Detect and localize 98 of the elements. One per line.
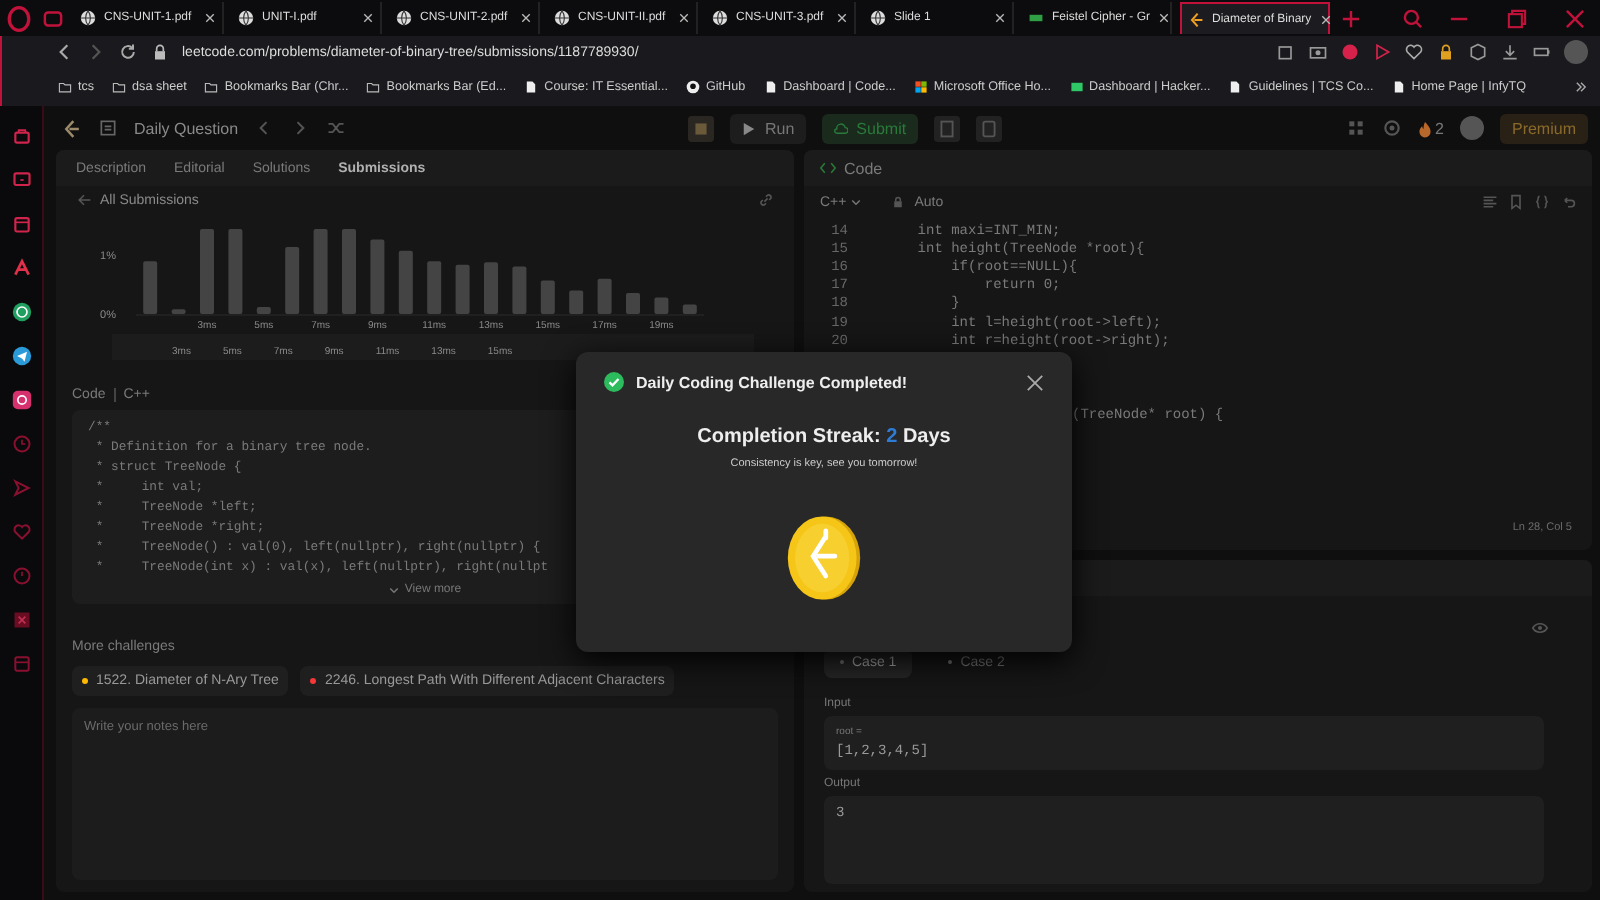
bookmark-icon[interactable] [1508, 194, 1524, 210]
play-icon[interactable] [1372, 42, 1392, 62]
browser-logo-icon[interactable] [6, 5, 32, 31]
globe-icon [712, 10, 728, 26]
page-icon [524, 80, 539, 94]
workspace-icon[interactable] [40, 5, 66, 31]
run-button[interactable]: Run [730, 113, 807, 143]
shuffle-icon[interactable] [326, 118, 347, 138]
chart-bar[interactable] [143, 261, 158, 314]
camera-icon[interactable] [11, 390, 31, 410]
chart-bar[interactable] [512, 266, 527, 314]
play-icon [742, 121, 757, 135]
folder-icon [58, 80, 72, 94]
page-title[interactable]: Daily Question [134, 119, 239, 137]
chart-bar[interactable] [569, 290, 584, 314]
user-avatar[interactable] [1459, 116, 1484, 140]
close-icon[interactable] [1026, 373, 1044, 391]
dialog-title: Daily Coding Challenge Completed! [636, 373, 908, 391]
chart-bar[interactable] [285, 247, 300, 314]
globe-icon [238, 10, 254, 26]
lock-icon[interactable] [1436, 42, 1456, 62]
eye-icon[interactable] [1532, 620, 1548, 636]
streak-counter[interactable]: 2 [1417, 119, 1444, 137]
chart-bar[interactable] [171, 309, 186, 314]
chart-bar[interactable] [540, 280, 555, 314]
globe-icon [396, 10, 412, 26]
page-icon [763, 80, 778, 94]
close-icon[interactable] [994, 12, 1006, 24]
note-icon[interactable] [934, 115, 961, 141]
site-icon [1069, 80, 1084, 94]
camera-icon[interactable] [1308, 42, 1328, 62]
lock-icon[interactable] [150, 42, 170, 62]
clock-icon[interactable] [11, 434, 31, 454]
braces-icon[interactable] [1534, 194, 1550, 210]
send-icon[interactable] [11, 478, 31, 498]
globe-icon [870, 10, 886, 26]
download-icon[interactable] [1500, 42, 1520, 62]
code-icon [820, 160, 836, 176]
site-icon [1028, 10, 1044, 26]
close-icon[interactable] [678, 12, 690, 24]
bag-icon[interactable] [11, 126, 31, 146]
close-icon[interactable] [836, 12, 848, 24]
leetcode-logo-icon[interactable] [60, 117, 82, 139]
page-icon [1391, 80, 1406, 94]
link-icon[interactable] [758, 192, 774, 208]
chart-bar[interactable] [228, 228, 243, 314]
format-icon[interactable] [1482, 194, 1498, 210]
globe-icon [554, 10, 570, 26]
chart-bar[interactable] [256, 306, 271, 314]
coin-drawing [786, 514, 862, 602]
settings-icon[interactable] [1381, 118, 1402, 138]
four-squares-icon [913, 80, 928, 94]
folder-icon [366, 80, 381, 94]
notepad-icon[interactable] [976, 115, 1003, 141]
close-icon[interactable] [520, 12, 532, 24]
chart-bar[interactable] [626, 292, 640, 314]
tv-icon[interactable] [11, 170, 31, 190]
globe-icon [80, 10, 96, 26]
profile-avatar[interactable] [1564, 40, 1588, 64]
panel-title: Code [844, 159, 883, 177]
close-icon[interactable] [1158, 12, 1171, 24]
battery-icon[interactable] [1532, 42, 1552, 62]
chevron-down-icon [388, 584, 401, 596]
calendar-icon[interactable] [11, 214, 31, 234]
grid-icon[interactable] [1345, 118, 1366, 138]
streak-text: Completion Streak: 2 Days [697, 426, 951, 448]
chevron-down-icon [850, 196, 863, 208]
history-icon[interactable] [11, 566, 31, 586]
reload-icon[interactable] [118, 42, 138, 62]
chart-bar[interactable] [398, 250, 413, 314]
restore-icon[interactable] [1504, 5, 1530, 31]
cloud-upload-icon [834, 121, 849, 135]
box-icon[interactable] [11, 654, 31, 674]
close-icon[interactable] [362, 12, 374, 24]
undo-icon[interactable] [1560, 194, 1576, 210]
edit-icon[interactable] [1276, 42, 1296, 62]
folder-icon [112, 80, 127, 94]
flame-icon [1417, 119, 1432, 137]
close-icon[interactable] [204, 12, 216, 24]
lock-icon [892, 196, 905, 208]
chart-bar[interactable] [597, 278, 612, 314]
search-icon[interactable] [1400, 5, 1426, 31]
leetcode-logo-icon [1188, 11, 1204, 27]
list-icon[interactable] [98, 118, 118, 138]
check-icon [604, 372, 624, 392]
close-icon[interactable] [1319, 13, 1332, 25]
peak-icon[interactable] [11, 258, 31, 278]
chart-bar[interactable] [370, 239, 385, 314]
more-bookmarks-icon[interactable] [1574, 80, 1588, 94]
chart-bar[interactable] [682, 304, 697, 314]
chart-bar[interactable] [455, 264, 470, 314]
page-icon [1228, 80, 1243, 94]
folder-icon [204, 80, 219, 94]
chart-bar[interactable] [313, 228, 328, 314]
chart-bar[interactable] [654, 297, 669, 314]
plane-icon[interactable] [11, 346, 31, 366]
chart-bar[interactable] [427, 261, 442, 314]
heart-icon[interactable] [1404, 42, 1424, 62]
